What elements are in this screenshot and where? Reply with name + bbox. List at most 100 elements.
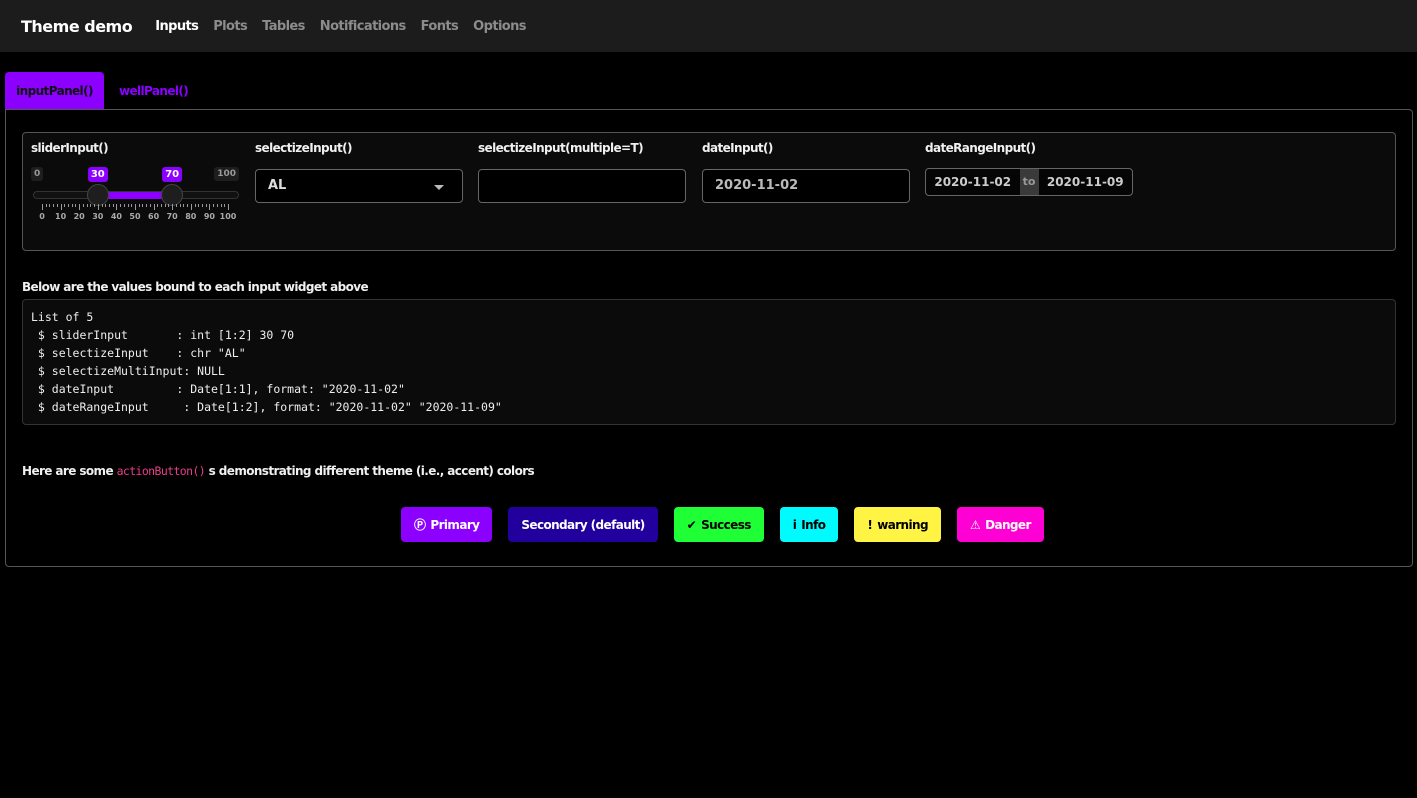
- buttons-intro-before: Here are some: [22, 464, 117, 478]
- slider-tick: [201, 204, 203, 207]
- danger-button-label: Danger: [985, 517, 1031, 532]
- slider-tick: [213, 204, 215, 207]
- selectize-multi-input[interactable]: [478, 169, 686, 203]
- primary-button[interactable]: Ⓟ Primary: [401, 507, 493, 542]
- slider-tick-label: 90: [203, 212, 215, 221]
- date-input[interactable]: 2020-11-02: [702, 169, 910, 203]
- date-input-value: 2020-11-02: [715, 178, 799, 193]
- slider-tick: [205, 204, 207, 207]
- date-range-start[interactable]: 2020-11-02: [926, 169, 1020, 195]
- slider-label: sliderInput(): [31, 141, 109, 155]
- slider-handle-high[interactable]: [161, 184, 184, 206]
- slider-tick: [75, 204, 77, 207]
- slider-tick: [175, 204, 177, 207]
- range-slider[interactable]: 0 100 30 70 0 10 20 30 40 50 60 70 80 90 100: [31, 167, 239, 227]
- tab-content: sliderInput() 0 100 30 70 0 10 20 30 40 50 60 7…: [5, 109, 1413, 567]
- nav-item-notifications[interactable]: Notifications: [320, 19, 406, 34]
- slider-tick: [153, 204, 155, 210]
- slider-tick: [216, 204, 218, 207]
- buttons-intro: Here are some actionButton() s demonstra…: [22, 464, 535, 478]
- success-button[interactable]: ✔ Success: [673, 507, 764, 542]
- slider-tick: [164, 204, 166, 207]
- date-input-label: dateInput(): [702, 141, 773, 155]
- nav-item-plots[interactable]: Plots: [213, 19, 247, 34]
- info-button-label: Info: [801, 517, 826, 532]
- slider-tick: [90, 204, 92, 207]
- nav-item-inputs[interactable]: Inputs: [155, 19, 199, 34]
- warning-button-label: warning: [877, 517, 928, 532]
- slider-tick: [183, 204, 185, 207]
- secondary-button-label: Secondary (default): [521, 517, 645, 532]
- slider-tick: [101, 204, 103, 207]
- slider-tick: [120, 204, 122, 207]
- slider-tick-label: 60: [148, 212, 160, 221]
- slider-tick: [142, 204, 144, 207]
- slider-high-value: 70: [162, 167, 183, 182]
- slider-min-label: 0: [31, 167, 44, 181]
- slider-tick: [94, 204, 96, 207]
- slider-tick: [149, 204, 151, 207]
- nav-item-tables[interactable]: Tables: [262, 19, 305, 34]
- brand-title[interactable]: Theme demo: [21, 17, 133, 36]
- selectize-label: selectizeInput(): [255, 141, 352, 155]
- slider-low-value: 30: [87, 167, 108, 182]
- chevron-down-icon: [434, 185, 444, 190]
- nav-item-fonts[interactable]: Fonts: [421, 19, 459, 34]
- slider-tick: [86, 204, 88, 207]
- slider-tick: [131, 204, 133, 207]
- slider-tick-label: 30: [92, 212, 104, 221]
- slider-tick: [56, 204, 58, 207]
- slider-tick: [116, 204, 118, 210]
- selectize-value: AL: [268, 178, 287, 193]
- date-range-separator: to: [1019, 169, 1039, 195]
- exclamation-icon: !: [867, 517, 873, 532]
- action-buttons: Ⓟ Primary Secondary (default) ✔ Success iI…: [401, 507, 1044, 542]
- slider-tick: [135, 204, 136, 210]
- slider-tick: [42, 204, 43, 210]
- navbar: Theme demo Inputs Plots Tables Notificat…: [0, 0, 1417, 52]
- slider-tick: [108, 204, 110, 207]
- slider-tick: [127, 204, 129, 207]
- slider-tick: [168, 204, 170, 207]
- slider-tick: [194, 204, 196, 207]
- slider-tick: [71, 204, 73, 207]
- success-button-label: Success: [701, 517, 751, 532]
- tab-well-panel[interactable]: wellPanel(): [104, 72, 203, 109]
- date-range-end[interactable]: 2020-11-09: [1039, 169, 1133, 195]
- slider-tick: [97, 204, 99, 210]
- buttons-intro-code: actionButton(): [116, 464, 206, 478]
- info-button[interactable]: i Info: [779, 507, 839, 542]
- check-icon: ✔: [686, 517, 697, 532]
- slider-tick-label: 70: [166, 212, 178, 221]
- slider-tick-label: 0: [39, 212, 45, 221]
- panel-tabs: inputPanel() wellPanel(): [5, 72, 203, 109]
- slider-tick: [209, 204, 211, 210]
- slider-tick-label: 100: [219, 212, 237, 221]
- selectize-input[interactable]: AL: [255, 169, 463, 203]
- slider-tick: [64, 204, 66, 207]
- slider-tick: [179, 204, 181, 207]
- slider-tick-label: 50: [129, 212, 141, 221]
- slider-tick: [198, 204, 200, 207]
- slider-tick: [138, 204, 140, 207]
- warning-triangle-icon: ⚠: [969, 517, 981, 532]
- slider-handle-low[interactable]: [86, 184, 109, 206]
- date-range-input: 2020-11-02 to 2020-11-09: [925, 168, 1133, 196]
- product-hunt-icon: Ⓟ: [414, 518, 426, 532]
- warning-button[interactable]: ! warning: [854, 507, 941, 542]
- slider-tick: [224, 204, 226, 207]
- slider-tick: [123, 204, 125, 207]
- slider-tick: [60, 204, 62, 210]
- tab-input-panel[interactable]: inputPanel(): [5, 72, 104, 109]
- slider-tick: [187, 204, 189, 207]
- secondary-button[interactable]: Secondary (default): [508, 507, 658, 542]
- slider-tick: [79, 204, 81, 210]
- slider-tick-label: 80: [185, 212, 197, 221]
- input-panel: sliderInput() 0 100 30 70 0 10 20 30 40 50 60 7…: [22, 132, 1396, 251]
- slider-tick: [49, 204, 51, 207]
- slider-tick: [157, 204, 159, 207]
- slider-tick: [220, 204, 222, 207]
- danger-button[interactable]: ⚠ Danger: [956, 507, 1044, 542]
- values-output: List of 5 $ sliderInput : int [1:2] 30 7…: [22, 299, 1396, 425]
- nav-item-options[interactable]: Options: [473, 19, 526, 34]
